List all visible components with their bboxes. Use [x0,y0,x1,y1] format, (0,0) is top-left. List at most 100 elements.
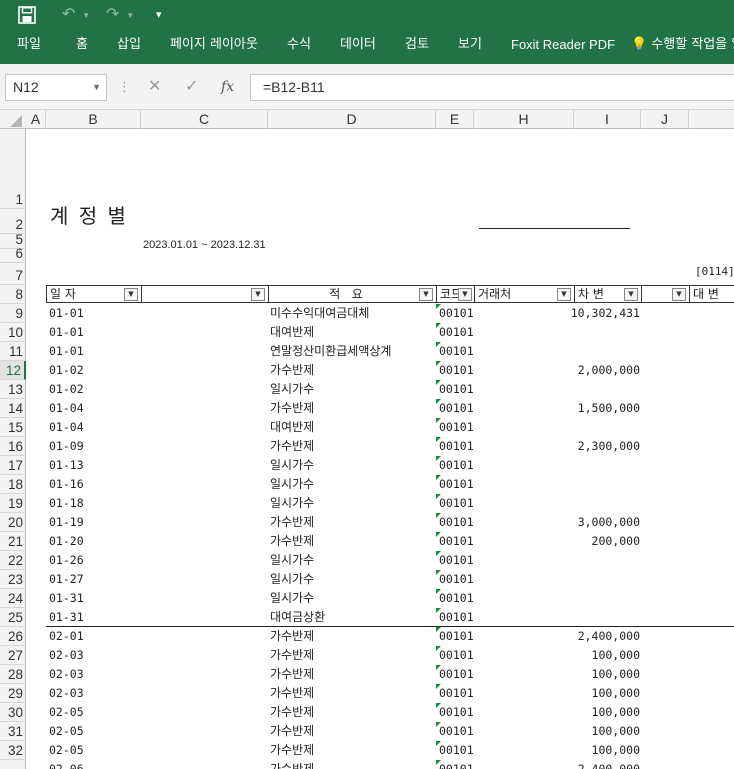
error-indicator-icon[interactable] [436,760,441,765]
redo-dropdown-icon[interactable]: ▾ [128,5,133,25]
row-header-25[interactable]: 25 [0,608,26,627]
error-indicator-icon[interactable] [436,570,441,575]
error-indicator-icon[interactable] [436,551,441,556]
column-header-c[interactable]: C [141,110,268,129]
column-header-a[interactable]: A [26,110,46,129]
error-indicator-icon[interactable] [436,589,441,594]
row-header-16[interactable]: 16 [0,437,26,456]
row-header-31[interactable]: 31 [0,722,26,741]
error-indicator-icon[interactable] [436,741,441,746]
filter-dropdown-icon[interactable]: ▼ [557,288,571,301]
row-header-12[interactable]: 12 [0,361,26,380]
error-indicator-icon[interactable] [436,532,441,537]
undo-dropdown-icon[interactable]: ▾ [84,5,89,25]
row-header-30[interactable]: 30 [0,703,26,722]
row-header-6[interactable]: 6 [0,246,26,263]
tab-data[interactable]: 데이터 [340,36,376,54]
row-header-19[interactable]: 19 [0,494,26,513]
undo-icon[interactable]: ↶ [62,5,75,25]
filter-dropdown-icon[interactable]: ▼ [251,288,265,301]
error-indicator-icon[interactable] [436,380,441,385]
cell-code: 00101 [439,477,474,491]
error-indicator-icon[interactable] [436,665,441,670]
row-header-29[interactable]: 29 [0,684,26,703]
redo-icon[interactable]: ↷ [106,5,119,25]
error-indicator-icon[interactable] [436,399,441,404]
customize-quick-access-icon[interactable]: ▾ [156,5,162,25]
error-indicator-icon[interactable] [436,437,441,442]
filter-dropdown-icon[interactable]: ▼ [458,288,472,301]
row-header-32[interactable]: 32 [0,741,26,760]
cell-date: 01-09 [49,439,84,453]
row-header-23[interactable]: 23 [0,570,26,589]
row-header-14[interactable]: 14 [0,399,26,418]
column-header-b[interactable]: B [46,110,141,129]
error-indicator-icon[interactable] [436,722,441,727]
row-header-20[interactable]: 20 [0,513,26,532]
tab-formulas[interactable]: 수식 [287,36,311,54]
cell-debit: 100,000 [591,705,640,719]
filter-dropdown-icon[interactable]: ▼ [624,288,638,301]
row-header-1[interactable]: 1 [0,180,26,209]
column-header-e[interactable]: E [436,110,474,129]
tab-view[interactable]: 보기 [458,36,482,54]
formula-input[interactable]: =B12-B11 [250,74,734,101]
row-header-27[interactable]: 27 [0,646,26,665]
row-header-26[interactable]: 26 [0,627,26,646]
row-header-9[interactable]: 9 [0,304,26,323]
tab-review[interactable]: 검토 [405,36,429,54]
name-box[interactable]: N12 ▼ [5,74,107,101]
insert-function-icon[interactable]: fx [221,76,234,98]
column-header-next[interactable] [689,110,734,129]
error-indicator-icon[interactable] [436,703,441,708]
column-header-i[interactable]: I [574,110,641,129]
filter-dropdown-icon[interactable]: ▼ [124,288,138,301]
column-header-h[interactable]: H [474,110,574,129]
worksheet-grid[interactable]: 계 정 별 2023.01.01 ~ 2023.12.31 [0114]되 일 … [26,129,734,769]
tab-foxit-reader-pdf[interactable]: Foxit Reader PDF [511,36,615,54]
tell-me-box[interactable]: 💡 수행할 작업을 알 [631,36,734,54]
row-header-21[interactable]: 21 [0,532,26,551]
cancel-icon[interactable]: ✕ [148,76,161,98]
error-indicator-icon[interactable] [436,323,441,328]
column-header-d[interactable]: D [268,110,436,129]
row-header-22[interactable]: 22 [0,551,26,570]
error-indicator-icon[interactable] [436,342,441,347]
filter-dropdown-icon[interactable]: ▼ [419,288,433,301]
error-indicator-icon[interactable] [436,494,441,499]
save-icon[interactable] [18,6,36,24]
enter-icon[interactable]: ✓ [185,76,198,98]
error-indicator-icon[interactable] [436,456,441,461]
select-all-icon[interactable] [8,115,22,127]
tab-page-layout[interactable]: 페이지 레이아웃 [170,36,258,54]
error-indicator-icon[interactable] [436,608,441,613]
error-indicator-icon[interactable] [436,646,441,651]
error-indicator-icon[interactable] [436,684,441,689]
tab-home[interactable]: 홈 [76,36,88,54]
row-header-24[interactable]: 24 [0,589,26,608]
error-indicator-icon[interactable] [436,418,441,423]
row-header-2[interactable]: 2 [0,209,26,234]
row-header-11[interactable]: 11 [0,342,26,361]
row-header-28[interactable]: 28 [0,665,26,684]
error-indicator-icon[interactable] [436,513,441,518]
row-header-17[interactable]: 17 [0,456,26,475]
filter-dropdown-icon[interactable]: ▼ [672,288,686,301]
row-header-15[interactable]: 15 [0,418,26,437]
row-header-7[interactable]: 7 [0,263,26,285]
error-indicator-icon[interactable] [436,361,441,366]
cell-code: 00101 [439,629,474,643]
ribbon-tabs: 파일 홈 삽입 페이지 레이아웃 수식 데이터 검토 보기 Foxit Read… [0,30,734,64]
row-header-10[interactable]: 10 [0,323,26,342]
tab-file[interactable]: 파일 [17,36,41,54]
error-indicator-icon[interactable] [436,475,441,480]
error-indicator-icon[interactable] [436,627,441,632]
column-header-j[interactable]: J [641,110,689,129]
error-indicator-icon[interactable] [436,304,441,309]
tab-insert[interactable]: 삽입 [117,36,141,54]
row-header-8[interactable]: 8 [0,285,26,304]
row-header-18[interactable]: 18 [0,475,26,494]
lightbulb-icon: 💡 [631,37,648,52]
chevron-down-icon[interactable]: ▼ [92,75,101,100]
row-header-13[interactable]: 13 [0,380,26,399]
